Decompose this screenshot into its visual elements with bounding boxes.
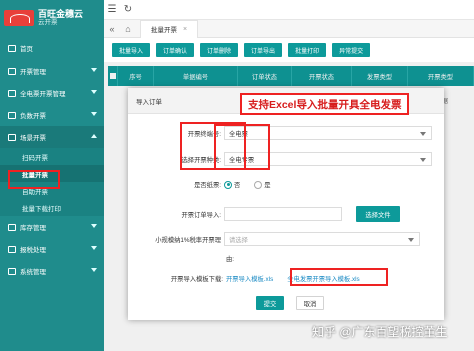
paper-no-radio[interactable] xyxy=(224,180,232,189)
order-confirm-button[interactable]: 订单确认 xyxy=(156,43,195,57)
sidebar-item-system[interactable]: 系统管理 xyxy=(0,260,104,282)
sidebar-item-scenario[interactable]: 场景开票 xyxy=(0,126,104,148)
sidebar-item-label: 首页 xyxy=(20,46,33,53)
toolbar: 批量导入 订单确认 订单删除 订单导出 批量打印 异常提交 xyxy=(104,38,474,62)
sidebar-subitem-scan[interactable]: 扫码开票 xyxy=(0,148,104,165)
tab-bar: « ⌂ 批量开票 × xyxy=(104,19,474,38)
home-icon xyxy=(8,44,16,52)
document-icon xyxy=(8,67,16,75)
sidebar-item-label: 全电票开票管理 xyxy=(20,91,66,98)
import-order-dialog: 导入订单 开票终端号: 全电票 选择开票种类: 全电专票 是否纸票: 否 是 开… xyxy=(128,88,444,320)
submit-button[interactable]: 提交 xyxy=(256,296,284,310)
small-taxpayer-select[interactable]: 请选择 xyxy=(224,232,420,246)
sidebar-item-label: 开票管理 xyxy=(20,69,46,76)
paper-yes-label: 是 xyxy=(264,182,271,189)
close-icon[interactable]: × xyxy=(183,26,187,33)
watermark: 知乎 @广东百望税控董生 xyxy=(312,325,448,339)
dialog-title: 导入订单 xyxy=(136,98,162,106)
sidebar-item-invoice-mgmt[interactable]: 开票管理 xyxy=(0,60,104,82)
chevron-down-icon xyxy=(420,132,426,136)
choose-file-button[interactable]: 选择文件 xyxy=(356,206,400,222)
chevron-down-icon xyxy=(408,238,414,242)
cancel-button[interactable]: 取消 xyxy=(296,296,324,310)
highlight-batch-invoice xyxy=(8,170,60,189)
file-input[interactable] xyxy=(224,207,342,221)
sidebar-item-home[interactable]: 首页 xyxy=(0,36,104,60)
highlight-template-link xyxy=(290,268,388,286)
chevron-down-icon xyxy=(420,158,426,162)
brand-name: 百旺金穗云 xyxy=(38,9,84,20)
tab-label: 批量开票 xyxy=(151,27,177,34)
paper-no-label: 否 xyxy=(234,182,241,189)
order-export-button[interactable]: 订单导出 xyxy=(244,43,283,57)
sidebar-item-tax[interactable]: 报税处理 xyxy=(0,238,104,260)
template-link-standard[interactable]: 开票导入模板.xls xyxy=(226,274,273,283)
top-bar: ☰ ↻ xyxy=(104,0,474,20)
small-taxpayer-label-cont: 由: xyxy=(226,256,235,263)
paper-yes-radio[interactable] xyxy=(254,180,263,189)
menu-toggle-icon[interactable]: ☰ xyxy=(104,4,120,15)
chevron-down-icon xyxy=(91,90,97,94)
file-label: 开票订单导入: xyxy=(181,211,221,219)
tab-scroll-left-icon[interactable]: « xyxy=(104,24,120,34)
small-taxpayer-label: 小规模纳1%税率开票理 xyxy=(155,236,221,244)
chevron-down-icon xyxy=(91,246,97,250)
home-tab-icon[interactable]: ⌂ xyxy=(120,24,136,34)
sidebar-subitem-download[interactable]: 批量下载打印 xyxy=(0,199,104,216)
brand-sub: 云开票 xyxy=(38,19,58,27)
sidebar-item-inventory[interactable]: 库存管理 xyxy=(0,216,104,238)
batch-print-button[interactable]: 批量打印 xyxy=(288,43,327,57)
sidebar-item-negative[interactable]: 负数开票 xyxy=(0,104,104,126)
brand-logo xyxy=(4,10,34,26)
document-icon xyxy=(8,89,16,97)
small-taxpayer-placeholder: 请选择 xyxy=(229,236,248,244)
document-icon xyxy=(8,111,16,119)
sidebar-item-label: 场景开票 xyxy=(20,135,46,142)
sidebar-item-label: 库存管理 xyxy=(20,225,46,232)
sidebar-item-label: 报税处理 xyxy=(20,247,46,254)
sidebar-item-all-electric[interactable]: 全电票开票管理 xyxy=(0,82,104,104)
sidebar-item-label: 系统管理 xyxy=(20,269,46,276)
template-label: 开票导入模板下载: xyxy=(170,276,223,283)
chevron-down-icon xyxy=(91,224,97,228)
gear-icon xyxy=(8,267,16,275)
chevron-down-icon xyxy=(91,68,97,72)
chevron-down-icon xyxy=(91,112,97,116)
refresh-icon[interactable]: ↻ xyxy=(120,4,136,15)
chevron-down-icon xyxy=(91,268,97,272)
document-icon xyxy=(8,245,16,253)
sidebar-item-label: 负数开票 xyxy=(20,113,46,120)
order-delete-button[interactable]: 订单删除 xyxy=(200,43,239,57)
paper-label: 是否纸票: xyxy=(194,182,221,189)
batch-import-button[interactable]: 批量导入 xyxy=(112,43,151,57)
highlight-values xyxy=(214,124,270,170)
document-icon xyxy=(8,133,16,141)
chevron-up-icon xyxy=(91,134,97,138)
exception-submit-button[interactable]: 异常提交 xyxy=(332,43,371,57)
box-icon xyxy=(8,223,16,231)
annotation-callout: 支持Excel导入批量开具全电发票 xyxy=(240,93,410,115)
brand: 百旺金穗云 云开票 xyxy=(0,0,104,36)
tab-batch-invoice[interactable]: 批量开票 × xyxy=(140,19,199,38)
close-icon[interactable] xyxy=(430,93,438,101)
